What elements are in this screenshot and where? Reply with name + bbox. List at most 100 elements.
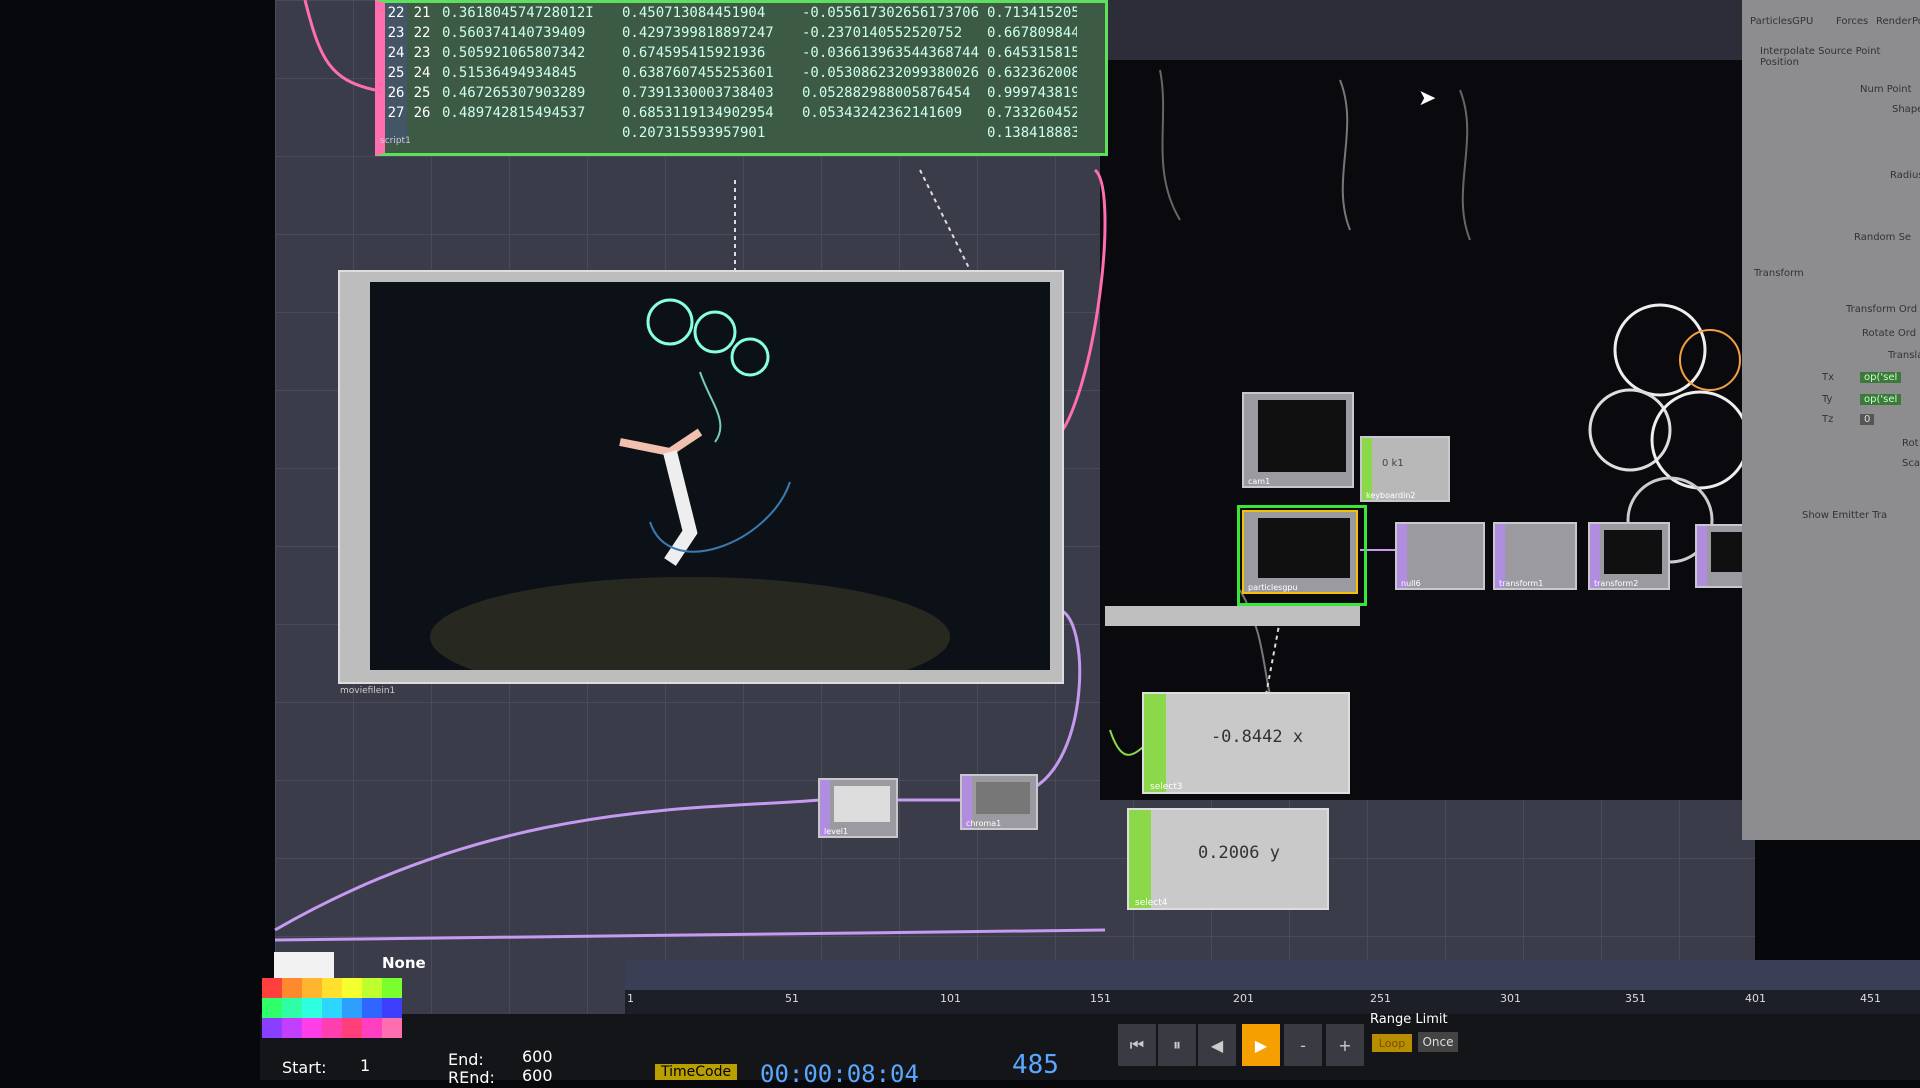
table-row[interactable]: 23 22 0.560374140739409 0.4297399818897247-… bbox=[385, 23, 1105, 43]
step-back-button[interactable]: - bbox=[1284, 1024, 1322, 1066]
table-cell[interactable]: 0.138418883 bbox=[982, 123, 1077, 143]
palette-none-label[interactable]: None bbox=[382, 954, 426, 972]
table-cell[interactable]: 0.7391330003738403 bbox=[617, 83, 797, 103]
swatch[interactable] bbox=[322, 978, 342, 998]
particlesgpu-node[interactable]: particlesgpu bbox=[1242, 510, 1358, 594]
keyboardin2-node[interactable]: 0 k1 keyboardin2 bbox=[1360, 436, 1450, 502]
table-cell[interactable]: 0.505921065807342 bbox=[437, 43, 617, 63]
start-field[interactable]: 1 bbox=[360, 1056, 370, 1075]
table-cell[interactable]: 0.999743819 bbox=[982, 83, 1077, 103]
transform1-node[interactable]: transform1 bbox=[1493, 522, 1577, 590]
table-cell[interactable]: 0.667809844 bbox=[982, 23, 1077, 43]
current-frame[interactable]: 485 bbox=[1012, 1050, 1059, 1080]
table-cell[interactable]: -0.2370140552520752 bbox=[797, 23, 982, 43]
table-cell[interactable]: 24 bbox=[407, 63, 437, 83]
table-cell[interactable] bbox=[407, 123, 437, 143]
table-row[interactable]: 25 24 0.51536494934845 0.6387607455253601 -0… bbox=[385, 63, 1105, 83]
row-index[interactable]: 24 bbox=[385, 43, 407, 63]
table-cell[interactable]: 21 bbox=[407, 3, 437, 23]
timecode-toggle[interactable]: TimeCode bbox=[655, 1064, 738, 1080]
table-cell[interactable] bbox=[437, 123, 617, 143]
table-cell[interactable]: 0.51536494934845 bbox=[437, 63, 617, 83]
swatch[interactable] bbox=[262, 978, 282, 998]
table-cell[interactable]: -0.036613963544368744 bbox=[797, 43, 982, 63]
table-cell[interactable]: 0.6387607455253601 bbox=[617, 63, 797, 83]
table-cell[interactable]: 25 bbox=[407, 83, 437, 103]
table-cell[interactable]: 0.361804574728012I bbox=[437, 3, 617, 23]
transform2-node[interactable]: transform2 bbox=[1588, 522, 1670, 590]
swatch[interactable] bbox=[322, 998, 342, 1018]
table-cell[interactable]: 0.560374140739409 bbox=[437, 23, 617, 43]
parameter-panel[interactable]: ParticlesGPU Forces Render Po Interpolat… bbox=[1742, 0, 1920, 840]
swatch[interactable] bbox=[282, 978, 302, 998]
table-cell[interactable]: 0.052882988005876454 bbox=[797, 83, 982, 103]
row-index[interactable]: 25 bbox=[385, 63, 407, 83]
table-cell[interactable]: 0.645315815 bbox=[982, 43, 1077, 63]
table-cell[interactable]: 22 bbox=[407, 23, 437, 43]
rend-field[interactable]: 600 bbox=[522, 1066, 553, 1085]
table-cell[interactable]: 0.713415205 bbox=[982, 3, 1077, 23]
swatch[interactable] bbox=[302, 998, 322, 1018]
table-cell[interactable] bbox=[797, 123, 982, 143]
swatch[interactable] bbox=[342, 998, 362, 1018]
table-row[interactable]: 24 23 0.505921065807342 0.674595415921936 -0… bbox=[385, 43, 1105, 63]
table-row[interactable]: 22 21 0.361804574728012I 0.450713084451904-… bbox=[385, 3, 1105, 23]
cam1-node[interactable]: cam1 bbox=[1242, 392, 1354, 488]
row-index[interactable]: 26 bbox=[385, 83, 407, 103]
swatch[interactable] bbox=[262, 1018, 282, 1038]
table-cell[interactable]: 0.05343242362141609 bbox=[797, 103, 982, 123]
swatch[interactable] bbox=[322, 1018, 342, 1038]
table-cell[interactable]: 0.4297399818897247 bbox=[617, 23, 797, 43]
step-forward-button[interactable]: + bbox=[1326, 1024, 1364, 1066]
skip-to-start-button[interactable]: ⏮ bbox=[1118, 1024, 1156, 1066]
table-cell[interactable]: 0.674595415921936 bbox=[617, 43, 797, 63]
table-cell[interactable]: -0.053086232099380026 bbox=[797, 63, 982, 83]
swatch[interactable] bbox=[342, 978, 362, 998]
table-cell[interactable]: 0.733260452 bbox=[982, 103, 1077, 123]
table-row[interactable]: 0.207315593957901 0.138418883 bbox=[385, 123, 1105, 143]
swatch[interactable] bbox=[362, 998, 382, 1018]
level1-node[interactable]: level1 bbox=[818, 778, 898, 838]
timeline-ruler[interactable]: 1 51 101 151 201 251 301 351 401 451 bbox=[625, 990, 1920, 1014]
select4-node[interactable]: 0.2006 y select4 bbox=[1127, 808, 1329, 910]
table-cell[interactable]: 0.489742815494537 bbox=[437, 103, 617, 123]
param-expression-tx[interactable]: op('sel bbox=[1860, 372, 1902, 383]
table-row[interactable]: 27 26 0.489742815494537 0.6853119134902954 0… bbox=[385, 103, 1105, 123]
table-dat[interactable]: 22 21 0.361804574728012I 0.450713084451904-… bbox=[375, 0, 1108, 156]
table-cell[interactable]: 0.467265307903289 bbox=[437, 83, 617, 103]
table-cell[interactable]: 23 bbox=[407, 43, 437, 63]
param-expression-tz[interactable]: 0 bbox=[1860, 414, 1875, 425]
tab-particlesgpu[interactable]: ParticlesGPU bbox=[1750, 16, 1813, 27]
row-index[interactable]: 22 bbox=[385, 3, 407, 23]
row-index[interactable]: 27 bbox=[385, 103, 407, 123]
table-cell[interactable]: 0.450713084451904 bbox=[617, 3, 797, 23]
swatch[interactable] bbox=[382, 1018, 402, 1038]
table-cell[interactable]: 26 bbox=[407, 103, 437, 123]
swatch[interactable] bbox=[382, 998, 402, 1018]
chroma1-node[interactable]: chroma1 bbox=[960, 774, 1038, 830]
swatch[interactable] bbox=[302, 1018, 322, 1038]
loop-button[interactable]: Loop bbox=[1372, 1034, 1412, 1052]
null6-node[interactable]: null6 bbox=[1395, 522, 1485, 590]
table-cell[interactable]: 0.6853119134902954 bbox=[617, 103, 797, 123]
swatch[interactable] bbox=[302, 978, 322, 998]
swatch[interactable] bbox=[282, 998, 302, 1018]
table-row[interactable]: 26 25 0.467265307903289 0.7391330003738403 0… bbox=[385, 83, 1105, 103]
end-field[interactable]: 600 bbox=[522, 1047, 553, 1066]
pause-button[interactable]: ⏸ bbox=[1158, 1024, 1196, 1066]
play-forward-button[interactable]: ▶ bbox=[1242, 1024, 1280, 1066]
swatch[interactable] bbox=[274, 952, 334, 978]
param-expression-ty[interactable]: op('sel bbox=[1860, 394, 1902, 405]
tab-forces[interactable]: Forces bbox=[1836, 16, 1868, 27]
timeline-bar[interactable] bbox=[625, 960, 1920, 990]
swatch[interactable] bbox=[362, 1018, 382, 1038]
tab-po[interactable]: Po bbox=[1912, 16, 1920, 27]
timecode-display[interactable]: 00:00:08:04 bbox=[760, 1060, 919, 1088]
table-cell[interactable]: -0.055617302656173706 bbox=[797, 3, 982, 23]
tab-render[interactable]: Render bbox=[1876, 16, 1912, 27]
play-reverse-button[interactable]: ◀ bbox=[1198, 1024, 1236, 1066]
swatch[interactable] bbox=[262, 998, 282, 1018]
swatch[interactable] bbox=[282, 1018, 302, 1038]
swatch[interactable] bbox=[382, 978, 402, 998]
swatch[interactable] bbox=[362, 978, 382, 998]
